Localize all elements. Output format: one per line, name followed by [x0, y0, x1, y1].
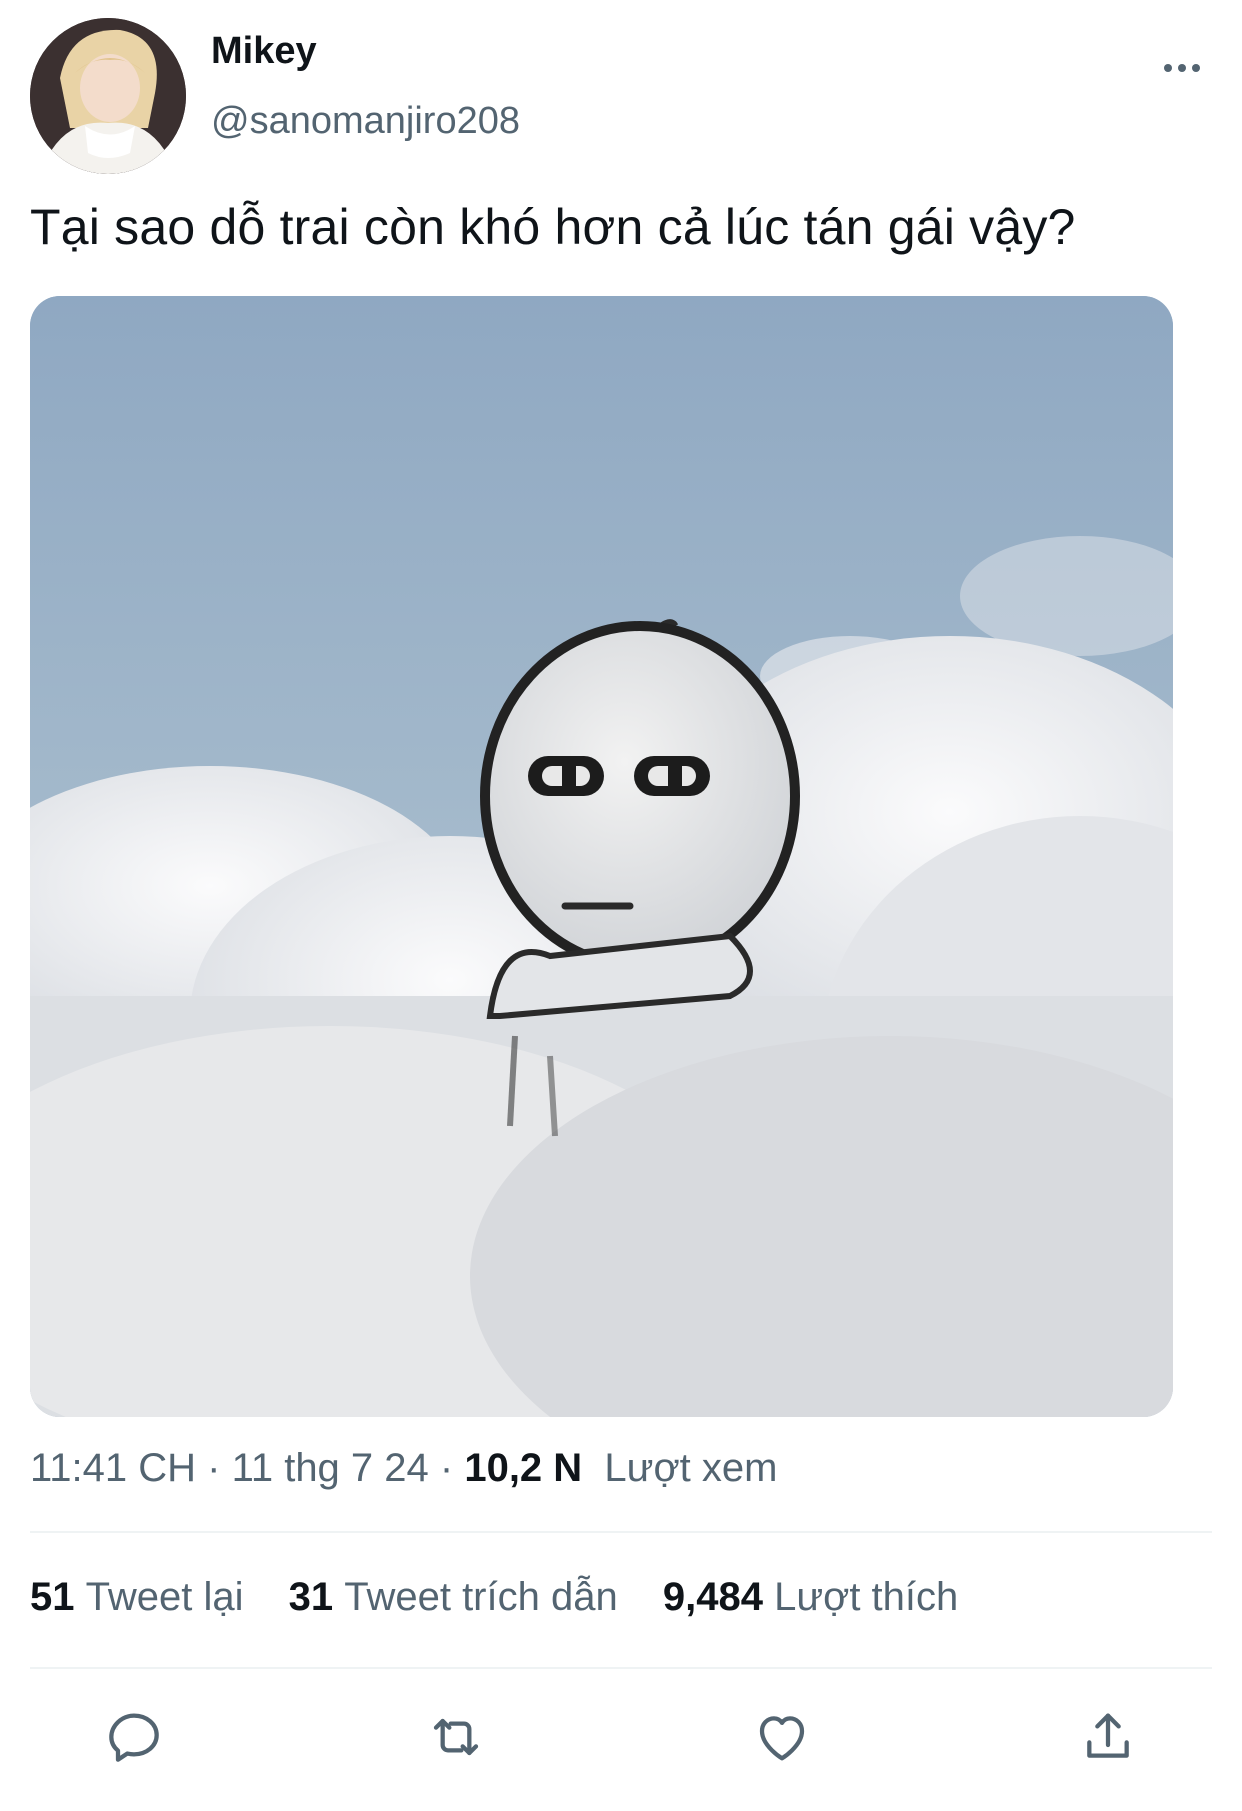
stat-label: Tweet lại	[85, 1575, 244, 1619]
tweet-text: Tại sao dỗ trai còn khó hơn cả lúc tán g…	[30, 199, 1076, 255]
retweet-icon[interactable]	[424, 1705, 488, 1769]
author-handle[interactable]: @sanomanjiro208	[211, 100, 520, 143]
author-name[interactable]: Mikey	[211, 30, 317, 73]
stat-count: 9,484	[662, 1575, 763, 1619]
avatar[interactable]	[30, 18, 186, 174]
meta-separator: ·	[428, 1446, 465, 1490]
divider	[30, 1667, 1212, 1669]
stat-label: Lượt thích	[774, 1575, 959, 1619]
heart-icon[interactable]	[750, 1705, 814, 1769]
meta-separator: ·	[196, 1446, 232, 1490]
tweet-meta: 11:41 CH · 11 thg 7 24 · 10,2 N Lượt xem	[30, 1446, 777, 1491]
avatar-image	[30, 18, 186, 174]
stat-count: 51	[30, 1575, 75, 1619]
engagement-stats: 51 Tweet lại 31 Tweet trích dẫn 9,484 Lư…	[30, 1575, 992, 1620]
stat-count: 31	[288, 1575, 334, 1619]
reply-icon[interactable]	[102, 1705, 166, 1769]
share-icon[interactable]	[1076, 1705, 1140, 1769]
stat-label: Tweet trích dẫn	[344, 1575, 618, 1619]
like-count-stat[interactable]: 9,484 Lượt thích	[663, 1575, 958, 1620]
tweet-media-image[interactable]	[30, 296, 1173, 1417]
more-options-icon[interactable]	[1160, 52, 1204, 84]
view-label: Lượt xem	[604, 1446, 778, 1490]
tweet-time[interactable]: 11:41 CH	[30, 1446, 196, 1490]
quote-count-stat[interactable]: 31 Tweet trích dẫn	[289, 1575, 618, 1620]
retweet-count-stat[interactable]: 51 Tweet lại	[30, 1575, 243, 1620]
view-count: 10,2 N	[464, 1446, 583, 1490]
divider	[30, 1531, 1212, 1533]
tweet-date[interactable]: 11 thg 7 24	[232, 1446, 429, 1490]
cloud-meme-image	[30, 296, 1173, 1417]
